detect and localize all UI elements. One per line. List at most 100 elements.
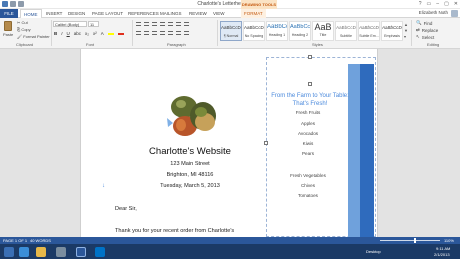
shading-button[interactable] bbox=[176, 31, 181, 35]
line-spacing-button[interactable] bbox=[168, 31, 173, 35]
format-painter-label: Format Painter bbox=[23, 34, 50, 39]
tab-view[interactable]: VIEW bbox=[213, 9, 225, 18]
clock-time[interactable]: 9:11 AM bbox=[436, 246, 450, 251]
letter-date[interactable]: Tuesday, March 5, 2013 bbox=[130, 183, 250, 189]
fruits-heading[interactable]: Fresh Fruits bbox=[268, 110, 348, 115]
style-name: ¶ Normal bbox=[223, 34, 239, 38]
subscript-button[interactable]: x₂ bbox=[85, 31, 89, 36]
numbering-button[interactable] bbox=[144, 22, 149, 26]
style-preview: AaBbCcDc bbox=[244, 25, 264, 30]
list-item[interactable]: Chives bbox=[268, 183, 348, 188]
list-item[interactable]: Tomatoes bbox=[268, 193, 348, 198]
replace-button[interactable]: ⇄ Replace bbox=[416, 27, 438, 33]
ribbon-display-button[interactable]: ▭ bbox=[427, 0, 432, 9]
style-preview: AaBbCcDc bbox=[359, 25, 379, 30]
tab-mailings[interactable]: MAILINGS bbox=[160, 9, 182, 18]
tab-format[interactable]: FORMAT bbox=[241, 9, 266, 18]
sidebar-title[interactable]: From the Farm to Your Table: That's Fres… bbox=[268, 92, 352, 108]
tab-page-layout[interactable]: PAGE LAYOUT bbox=[92, 9, 123, 18]
bullets-button[interactable] bbox=[136, 22, 141, 26]
list-item[interactable]: Avocados bbox=[268, 131, 348, 136]
tab-file[interactable]: FILE bbox=[0, 9, 18, 18]
undo-icon[interactable] bbox=[18, 1, 24, 7]
justify-button[interactable] bbox=[160, 31, 165, 35]
highlight-color-button[interactable] bbox=[107, 32, 114, 35]
tab-insert[interactable]: INSERT bbox=[46, 9, 62, 18]
style-no-spacing[interactable]: AaBbCcDc No Spacing bbox=[243, 21, 265, 41]
tab-references[interactable]: REFERENCES bbox=[128, 9, 159, 18]
format-painter-button[interactable]: 🖌 Format Painter bbox=[17, 34, 50, 39]
font-size-select[interactable]: 11 bbox=[88, 21, 99, 27]
anchor-arrow-icon: ↓ bbox=[102, 183, 105, 189]
cut-button[interactable]: ✂ Cut bbox=[17, 20, 28, 25]
zoom-level[interactable]: 110% bbox=[444, 237, 454, 244]
multilevel-list-button[interactable] bbox=[152, 22, 157, 26]
help-button[interactable]: ? bbox=[419, 0, 422, 9]
page-count[interactable]: PAGE 1 OF 1 bbox=[3, 237, 27, 244]
desktop-toolbar[interactable]: Desktop bbox=[366, 249, 381, 254]
avatar[interactable] bbox=[451, 10, 458, 17]
save-icon[interactable] bbox=[10, 1, 16, 7]
underline-button[interactable]: U bbox=[67, 31, 70, 36]
address-line-2[interactable]: Brighton, MI 48116 bbox=[130, 172, 250, 178]
tab-design[interactable]: DESIGN bbox=[68, 9, 85, 18]
tab-home[interactable]: HOME bbox=[20, 9, 42, 18]
style-title[interactable]: AaB Title bbox=[312, 21, 334, 41]
resize-handle[interactable] bbox=[308, 55, 312, 59]
strikethrough-button[interactable]: abc bbox=[74, 31, 81, 36]
list-item[interactable]: Kiwis bbox=[268, 141, 348, 146]
style-heading-1[interactable]: AaBbCc Heading 1 bbox=[266, 21, 288, 41]
vegetables-heading[interactable]: Fresh Vegetables bbox=[268, 173, 348, 178]
decrease-indent-button[interactable] bbox=[160, 22, 165, 26]
copy-button[interactable]: ⎘ Copy bbox=[17, 27, 31, 32]
file-explorer-icon[interactable] bbox=[36, 247, 46, 257]
show-marks-button[interactable] bbox=[184, 22, 189, 26]
borders-button[interactable] bbox=[184, 31, 189, 35]
rotate-handle[interactable] bbox=[308, 82, 312, 86]
paste-icon[interactable] bbox=[4, 21, 12, 31]
sort-button[interactable] bbox=[176, 22, 181, 26]
style-subtle-emphasis[interactable]: AaBbCcDc Subtle Em... bbox=[358, 21, 380, 41]
align-right-button[interactable] bbox=[152, 31, 157, 35]
styles-gallery-scroll[interactable]: ▲ ▼ ▾ bbox=[404, 22, 408, 40]
windows-start-icon[interactable] bbox=[4, 247, 14, 257]
address-line-1[interactable]: 123 Main Street bbox=[130, 161, 250, 167]
maximize-button[interactable]: ▢ bbox=[444, 0, 449, 9]
align-left-button[interactable] bbox=[136, 31, 141, 35]
list-item[interactable]: Pears bbox=[268, 151, 348, 156]
word-icon[interactable] bbox=[76, 247, 86, 257]
center-button[interactable] bbox=[144, 31, 149, 35]
media-icon[interactable] bbox=[56, 247, 66, 257]
tab-review[interactable]: REVIEW bbox=[189, 9, 207, 18]
user-name[interactable]: Elizabeth Noth bbox=[419, 10, 448, 15]
zoom-slider[interactable] bbox=[380, 240, 440, 241]
ie-icon[interactable] bbox=[19, 247, 29, 257]
list-item[interactable]: Apples bbox=[268, 121, 348, 126]
bold-button[interactable]: B bbox=[54, 31, 57, 36]
minimize-button[interactable]: – bbox=[436, 0, 439, 9]
find-button[interactable]: 🔍 Find bbox=[416, 20, 432, 26]
superscript-button[interactable]: x² bbox=[93, 31, 97, 36]
word-count[interactable]: 40 WORDS bbox=[30, 237, 51, 244]
outlook-icon[interactable] bbox=[95, 247, 105, 257]
font-color-button[interactable] bbox=[117, 32, 124, 35]
select-button[interactable]: ↖ Select bbox=[416, 34, 434, 40]
salutation[interactable]: Dear Sir, bbox=[115, 206, 137, 212]
style-emphasis[interactable]: AaBbCcDc Emphasis bbox=[381, 21, 403, 41]
text-effects-button[interactable]: A bbox=[101, 31, 104, 36]
letter-body[interactable]: Thank you for your recent order from Cha… bbox=[115, 228, 234, 234]
vegetables-image[interactable] bbox=[163, 92, 229, 138]
zoom-slider-thumb[interactable] bbox=[414, 238, 416, 243]
paste-button[interactable]: Paste bbox=[3, 32, 13, 37]
clock-date[interactable]: 2/1/2013 bbox=[434, 252, 450, 257]
style-normal[interactable]: AaBbCcDc ¶ Normal bbox=[220, 21, 242, 41]
select-icon: ↖ bbox=[416, 34, 420, 39]
font-name-select[interactable]: Calibri (Body) bbox=[53, 21, 87, 27]
close-button[interactable]: ✕ bbox=[454, 0, 458, 9]
letter-title[interactable]: Charlotte's Website bbox=[130, 146, 250, 157]
increase-indent-button[interactable] bbox=[168, 22, 173, 26]
style-heading-2[interactable]: AaBbCcC Heading 2 bbox=[289, 21, 311, 41]
find-icon: 🔍 bbox=[416, 20, 422, 25]
italic-button[interactable]: I bbox=[61, 31, 62, 36]
style-subtitle[interactable]: AaBbCcD Subtitle bbox=[335, 21, 357, 41]
